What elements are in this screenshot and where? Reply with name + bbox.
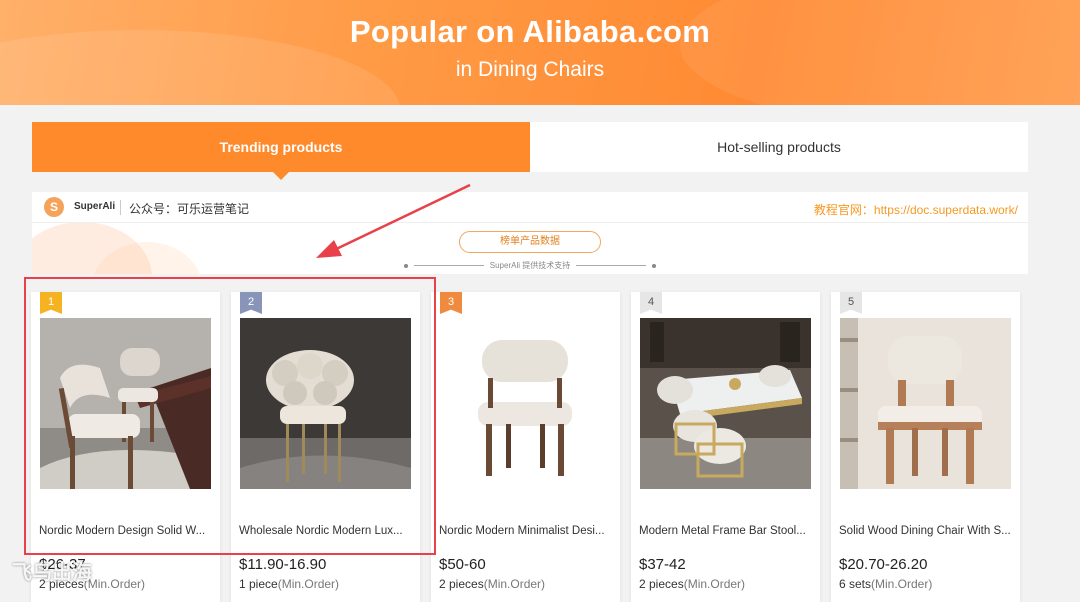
product-title[interactable]: Modern Metal Frame Bar Stool... [639,525,814,537]
product-image[interactable] [440,318,611,489]
superali-plugin-panel: S SuperAli 公众号：可乐运营笔记 教程官网：https://doc.s… [32,192,1028,274]
moq-note: (Min.Order) [83,577,146,591]
ranking-data-button[interactable]: 榜单产品数据 [459,231,601,253]
page-title: Popular on Alibaba.com [349,14,711,49]
tab-trending-products[interactable]: Trending products [32,122,530,180]
tech-support-note: SuperAli 提供技术支持 [32,260,1028,271]
dot-icon [652,263,657,268]
tab-hot-selling-products[interactable]: Hot-selling products [530,122,1028,172]
product-image[interactable] [40,318,211,489]
moq-value: 2 pieces [639,577,684,591]
product-card[interactable]: 5 Solid Wood Dining Chair With S... $20.… [831,292,1020,602]
wechat-account: 公众号：可乐运营笔记 [129,202,250,216]
moq-value: 6 sets [839,577,872,591]
product-card[interactable]: 4 Modern Metal Frame Bar Stool... $37-42… [631,292,820,602]
moq-note: (Min.Order) [483,577,546,591]
product-title[interactable]: Nordic Modern Design Solid W... [39,525,214,537]
rank-badge: 1 [40,292,62,314]
product-title[interactable]: Solid Wood Dining Chair With S... [839,525,1014,537]
product-title[interactable]: Wholesale Nordic Modern Lux... [239,525,414,537]
product-price: $50-60 [439,556,486,573]
support-text: SuperAli 提供技术支持 [489,261,571,270]
rank-badge: 2 [240,292,262,314]
moq-value: 1 piece [239,577,278,591]
watermark: 飞鸟出海 [12,562,92,584]
product-price: $20.70-26.20 [839,556,928,573]
chair-image-icon [840,318,1011,489]
divider [413,265,484,267]
divider [120,200,121,215]
moq-value: 2 pieces [439,577,484,591]
product-title[interactable]: Nordic Modern Minimalist Desi... [439,525,614,537]
divider [576,265,647,267]
product-image[interactable] [640,318,811,489]
product-price: $11.90-16.90 [239,556,327,573]
moq-note: (Min.Order) [683,577,746,591]
plugin-brand: SuperAli [74,201,116,212]
rank-badge: 3 [440,292,462,314]
page-subtitle: in Dining Chairs [455,58,605,81]
min-order: 6 sets(Min.Order) [839,577,932,591]
chair-image-icon [440,318,611,489]
product-card[interactable]: 2 Wholesale Nordic Modern Lux... $11.90-… [231,292,420,602]
product-image[interactable] [240,318,411,489]
rank-badge: 5 [840,292,862,314]
min-order: 2 pieces(Min.Order) [639,577,745,591]
product-image[interactable] [840,318,1011,489]
product-price: $37-42 [639,556,686,573]
min-order: 2 pieces(Min.Order) [439,577,545,591]
superali-logo-icon: S [44,197,64,217]
min-order: 1 piece(Min.Order) [239,577,339,591]
rank-badge: 4 [640,292,662,314]
plugin-header: S SuperAli 公众号：可乐运营笔记 教程官网：https://doc.s… [32,192,1028,223]
chair-image-icon [240,318,411,489]
product-card[interactable]: 3 Nordic Modern Minimalist Desi... $50-6… [431,292,620,602]
doc-site-link[interactable]: 教程官网：https://doc.superdata.work/ [814,201,1018,218]
moq-note: (Min.Order) [277,577,340,591]
dot-icon [403,263,408,268]
moq-note: (Min.Order) [871,577,933,591]
dining-set-image-icon [640,318,811,489]
chair-image-icon [40,318,211,489]
product-tabs: Trending products Hot-selling products [32,122,1028,180]
hero-banner: Popular on Alibaba.com in Dining Chairs [0,0,1080,105]
